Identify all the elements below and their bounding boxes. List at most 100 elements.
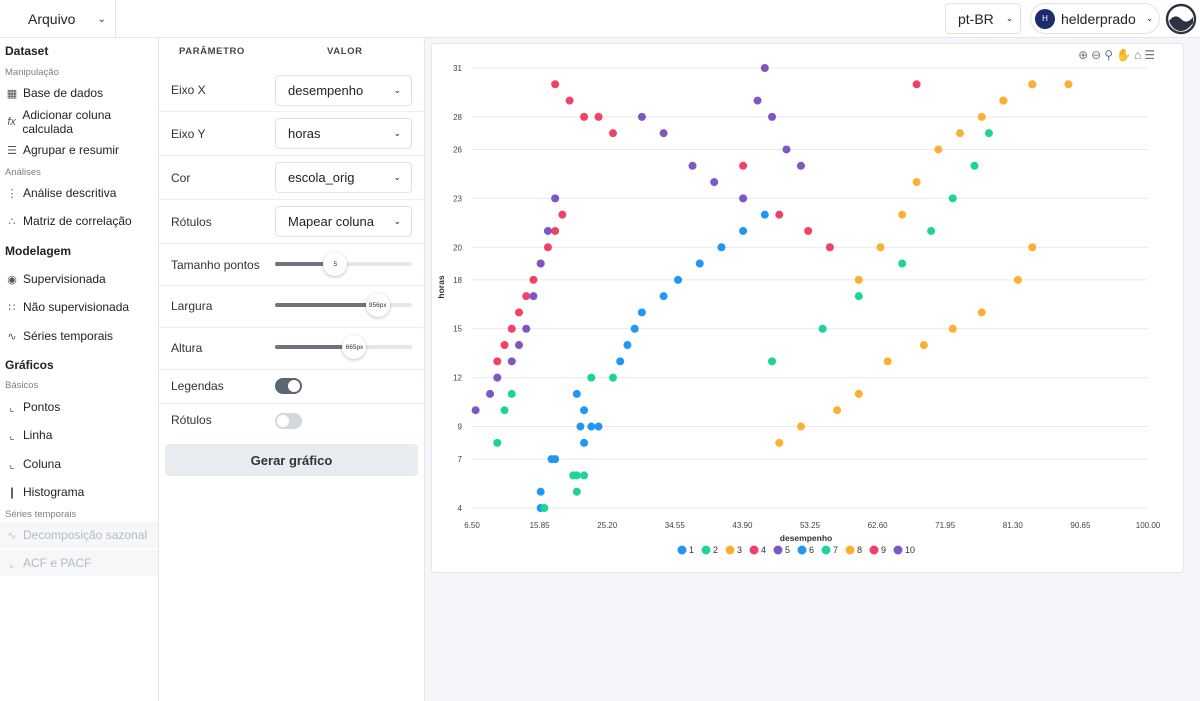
scatter-point[interactable] (1064, 80, 1073, 89)
scatter-point[interactable] (500, 406, 509, 415)
sidebar-item-seasonal[interactable]: ∿ Decomposição sazonal (0, 522, 158, 548)
scatter-point[interactable] (536, 259, 545, 268)
y-axis-select[interactable]: horas ⌄ (275, 118, 412, 149)
scatter-point[interactable] (999, 96, 1008, 105)
scatter-point[interactable] (825, 243, 834, 252)
scatter-point[interactable] (1028, 243, 1037, 252)
scatter-point[interactable] (912, 178, 921, 187)
point-size-slider[interactable]: 5 (275, 252, 412, 276)
file-menu[interactable]: Arquivo ⌄ (0, 0, 116, 38)
scatter-point[interactable] (529, 292, 538, 301)
scatter-point[interactable] (775, 438, 784, 447)
scatter-point[interactable] (493, 438, 502, 447)
scatter-point[interactable] (898, 259, 907, 268)
scatter-point[interactable] (854, 292, 863, 301)
app-logo-icon[interactable] (1165, 3, 1197, 35)
scatter-point[interactable] (912, 80, 921, 89)
scatter-point[interactable] (551, 226, 560, 235)
scatter-point[interactable] (876, 243, 885, 252)
scatter-point[interactable] (760, 64, 769, 72)
scatter-point[interactable] (948, 194, 957, 203)
scatter-point[interactable] (551, 194, 560, 203)
scatter-point[interactable] (594, 422, 603, 431)
sidebar-item-timeseries[interactable]: ∿ Séries temporais (0, 323, 158, 349)
scatter-point[interactable] (514, 341, 523, 350)
sidebar-item-correlation[interactable]: ∴ Matriz de correlação (0, 208, 158, 234)
scatter-point[interactable] (551, 455, 560, 464)
scatter-point[interactable] (977, 308, 986, 317)
scatter-point[interactable] (818, 324, 827, 333)
zoom-out-icon[interactable]: ⊖ (1091, 48, 1101, 62)
scatter-point[interactable] (753, 96, 762, 105)
scatter-point[interactable] (768, 357, 777, 366)
scatter-point[interactable] (956, 129, 965, 138)
scatter-point[interactable] (572, 389, 581, 398)
pan-hand-icon[interactable]: ✋ (1116, 48, 1131, 62)
scatter-point[interactable] (1028, 80, 1037, 89)
scatter-point[interactable] (760, 210, 769, 219)
sidebar-item-acf[interactable]: ⌞ ACF e PACF (0, 550, 158, 576)
scatter-point[interactable] (507, 324, 516, 333)
scatter-point[interactable] (630, 324, 639, 333)
labels-select[interactable]: Mapear coluna ⌄ (275, 206, 412, 237)
slider-knob[interactable]: 665px (342, 335, 367, 359)
scatter-point[interactable] (739, 194, 748, 203)
sidebar-item-supervised[interactable]: ◉ Supervisionada (0, 266, 158, 292)
scatter-point[interactable] (948, 324, 957, 333)
scatter-point[interactable] (717, 243, 726, 252)
sidebar-item-descriptive[interactable]: ⋮ Análise descritiva (0, 180, 158, 206)
scatter-point[interactable] (804, 226, 813, 235)
scatter-point[interactable] (587, 422, 596, 431)
sidebar-item-calculated-column[interactable]: fx Adicionar coluna calculada (0, 108, 158, 136)
scatter-point[interactable] (883, 357, 892, 366)
sidebar-item-base[interactable]: ▦ Base de dados (0, 80, 158, 106)
slider-knob[interactable]: 5 (323, 252, 348, 276)
scatter-point[interactable] (1013, 275, 1022, 284)
scatter-point[interactable] (551, 80, 560, 89)
scatter-point[interactable] (934, 145, 943, 154)
scatter-point[interactable] (623, 341, 632, 350)
scatter-point[interactable] (486, 389, 495, 398)
scatter-point[interactable] (782, 145, 791, 154)
scatter-point[interactable] (493, 373, 502, 382)
scatter-point[interactable] (543, 226, 552, 235)
scatter-point[interactable] (674, 275, 683, 284)
rotulos-toggle[interactable] (275, 413, 302, 429)
scatter-point[interactable] (522, 292, 531, 301)
scatter-point[interactable] (659, 129, 668, 138)
width-slider[interactable]: 956px (275, 293, 412, 317)
menu-icon[interactable]: ☰ (1144, 48, 1155, 62)
scatter-point[interactable] (500, 341, 509, 350)
scatter-point[interactable] (587, 373, 596, 382)
home-reset-icon[interactable]: ⌂ (1134, 48, 1141, 62)
scatter-point[interactable] (565, 96, 574, 105)
scatter-point[interactable] (637, 308, 646, 317)
scatter-point[interactable] (493, 357, 502, 366)
scatter-point[interactable] (739, 226, 748, 235)
scatter-point[interactable] (572, 471, 581, 480)
scatter-point[interactable] (572, 487, 581, 496)
scatter-point[interactable] (536, 487, 545, 496)
scatter-point[interactable] (540, 504, 549, 512)
sidebar-item-points[interactable]: ⌞ Pontos (0, 394, 158, 420)
generate-chart-button[interactable]: Gerar gráfico (165, 444, 418, 476)
scatter-point[interactable] (580, 438, 589, 447)
scatter-point[interactable] (514, 308, 523, 317)
slider-knob[interactable]: 956px (365, 293, 390, 317)
scatter-point[interactable] (768, 112, 777, 121)
scatter-point[interactable] (608, 129, 617, 138)
scatter-point[interactable] (471, 406, 480, 415)
scatter-point[interactable] (833, 406, 842, 415)
scatter-point[interactable] (558, 210, 567, 219)
scatter-point[interactable] (576, 422, 585, 431)
sidebar-item-unsupervised[interactable]: ∷ Não supervisionada (0, 294, 158, 320)
zoom-in-icon[interactable]: ⊕ (1078, 48, 1088, 62)
scatter-point[interactable] (507, 357, 516, 366)
scatter-point[interactable] (854, 275, 863, 284)
scatter-point[interactable] (775, 210, 784, 219)
scatter-point[interactable] (984, 129, 993, 138)
scatter-point[interactable] (927, 226, 936, 235)
scatter-point[interactable] (970, 161, 979, 170)
sidebar-item-histogram[interactable]: ❙ Histograma (0, 479, 158, 505)
scatter-point[interactable] (580, 112, 589, 121)
